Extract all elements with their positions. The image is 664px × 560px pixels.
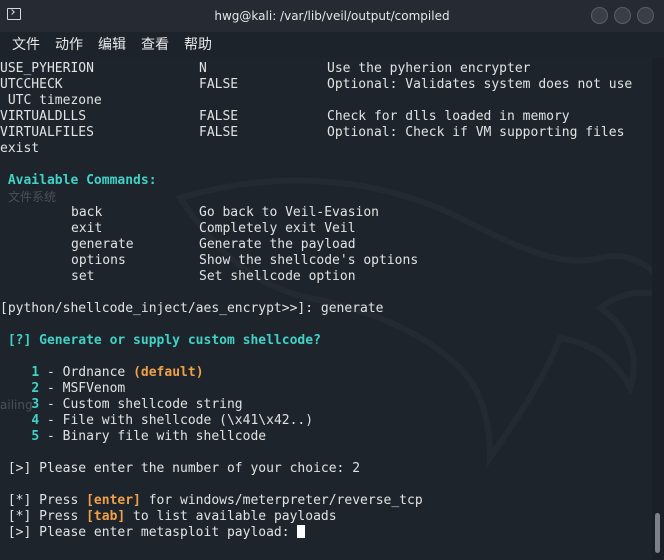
option-row: USE_PYHERION N Use the pyherion encrypter [0,61,531,76]
menu-help[interactable]: 帮助 [184,32,212,58]
choice-row: 4 - File with shellcode (\x41\x42..) [31,413,314,428]
command-row: generate Generate the payload [71,237,356,252]
window-title: hwg@kali: /var/lib/veil/output/compiled [214,9,450,23]
menu-file[interactable]: 文件 [12,32,40,58]
menu-action[interactable]: 动作 [55,32,83,58]
close-button[interactable] [637,7,654,24]
choice-prompt: [>] Please enter the number of your choi… [0,461,361,476]
info-enter-line: [*] Press [enter] for windows/meterprete… [0,493,423,508]
menu-bar: 文件 动作 编辑 查看 帮助 [0,32,664,58]
option-row: VIRTUALDLLS FALSE Check for dlls loaded in… [0,109,570,124]
maximize-button[interactable] [614,7,631,24]
text-cursor [297,525,306,538]
commands-header: Available Commands: [0,173,157,188]
choice-row: 3 - Custom shellcode string [31,397,243,412]
terminal-output[interactable]: 文件系统 ailing USE_PYHERION N Use the pyherio… [0,58,652,560]
scrollbar-thumb[interactable] [655,513,660,553]
command-row: set Set shellcode option [71,269,356,284]
minimize-button[interactable] [591,7,608,24]
menu-edit[interactable]: 编辑 [98,32,126,58]
choice-row: 5 - Binary file with shellcode [31,429,267,444]
terminal-window: hwg@kali: /var/lib/veil/output/compiled … [0,0,664,560]
shellcode-question: [?] Generate or supply custom shellcode? [0,333,321,348]
option-row: VIRTUALFILES FALSE Optional: Check if VM s… [0,125,625,140]
vertical-scrollbar[interactable] [652,58,664,560]
option-row-wrap: exist [0,141,40,156]
command-row: exit Completely exit Veil [71,221,356,236]
payload-prompt[interactable]: [>] Please enter metasploit payload: [0,525,423,541]
shell-prompt: [python/shellcode_inject/aes_encrypt>>]:… [0,301,384,316]
choice-row: 2 - MSFVenom [31,381,126,396]
choice-row: 1 - Ordnance (default) [31,365,204,380]
option-row-wrap: UTC timezone [0,93,102,108]
menu-view[interactable]: 查看 [141,32,169,58]
terminal-lines: USE_PYHERION N Use the pyherion encrypter … [0,61,633,541]
command-row: back Go back to Veil-Evasion [71,205,380,220]
info-tab-line: [*] Press [tab] to list available payloa… [0,509,337,524]
command-row: options Show the shellcode's options [71,253,419,268]
title-bar[interactable]: hwg@kali: /var/lib/veil/output/compiled [0,0,664,32]
option-row: UTCCHECK FALSE Optional: Validates system … [0,77,633,92]
